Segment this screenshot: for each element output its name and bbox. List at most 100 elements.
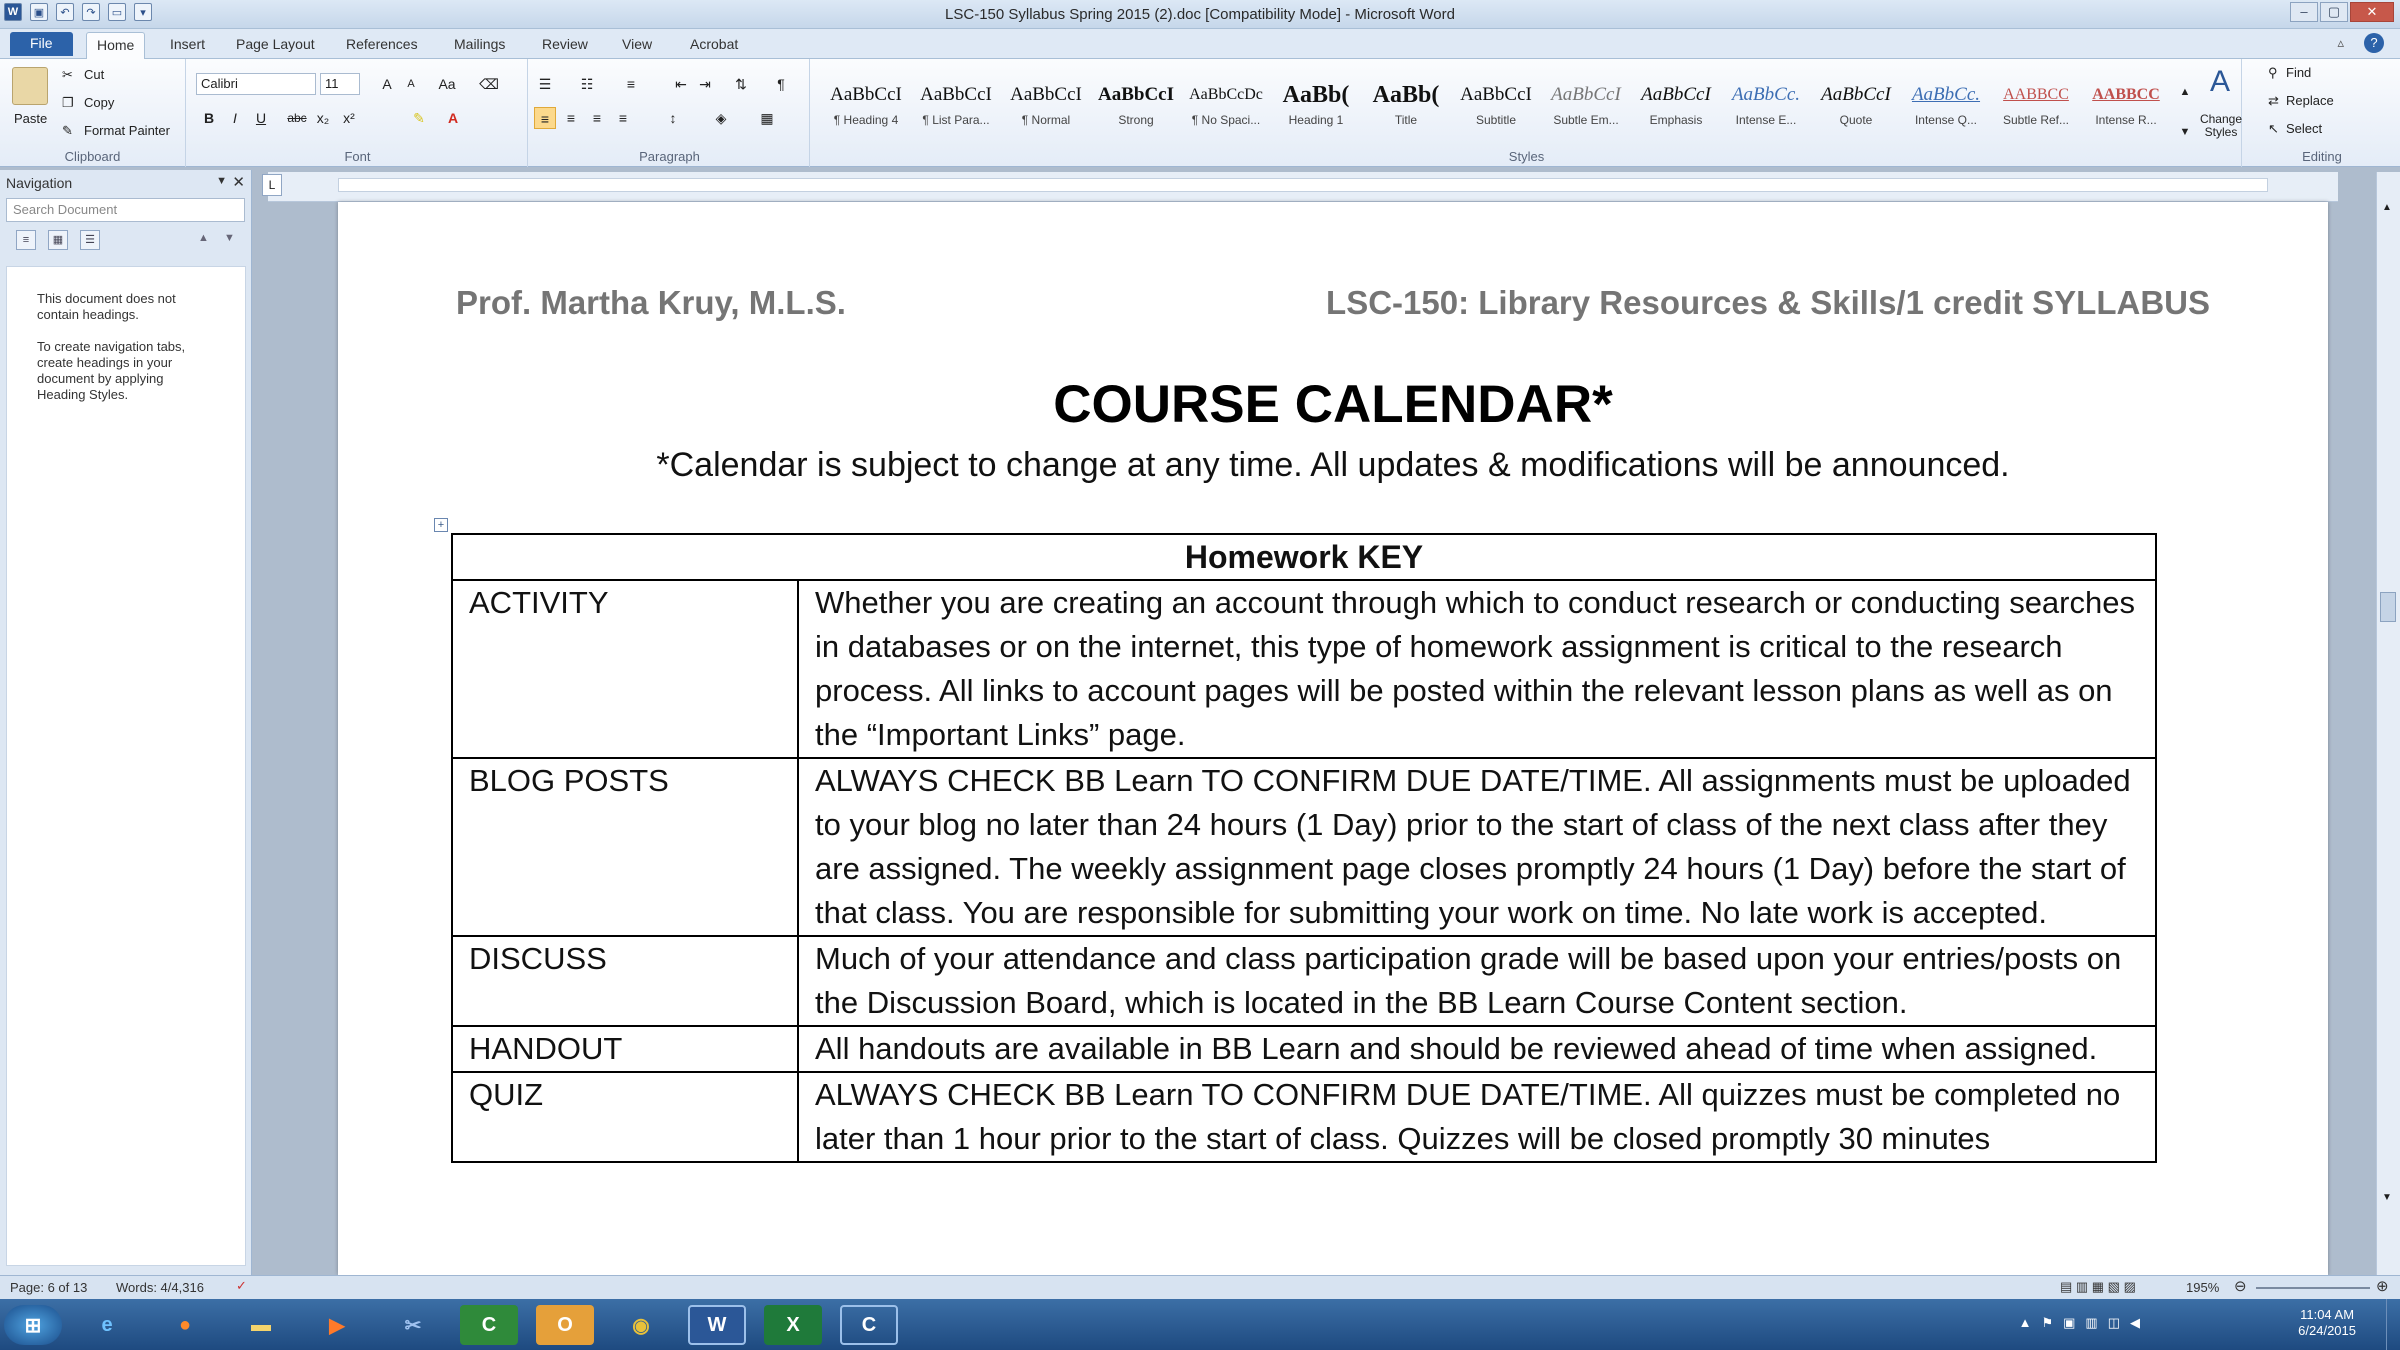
paste-button[interactable]: Paste: [14, 111, 47, 126]
internet-explorer-icon[interactable]: e: [78, 1305, 136, 1345]
maximize-button[interactable]: ▢: [2320, 2, 2348, 22]
media-player-icon[interactable]: ▶: [308, 1305, 366, 1345]
style-title[interactable]: AaBb(Title: [1362, 77, 1450, 141]
numbering-icon[interactable]: ☷: [576, 73, 598, 95]
view-buttons[interactable]: ▤ ▥ ▦ ▧ ▨: [2060, 1279, 2136, 1295]
align-right-icon[interactable]: ≡: [586, 107, 608, 129]
style-normal[interactable]: AaBbCcI ¶ Normal: [1002, 77, 1090, 141]
show-formatting-icon[interactable]: ¶: [770, 73, 792, 95]
align-center-icon[interactable]: ≡: [560, 107, 582, 129]
copy-button[interactable]: Copy: [84, 95, 114, 110]
show-desktop-button[interactable]: [2386, 1299, 2400, 1350]
scroll-down-icon[interactable]: ▼: [2382, 1192, 2392, 1203]
chrome-icon[interactable]: ◉: [612, 1305, 670, 1345]
line-spacing-icon[interactable]: ↕: [662, 107, 684, 129]
format-painter-button[interactable]: Format Painter: [84, 123, 170, 138]
nav-options-icon[interactable]: ▼: [216, 175, 227, 187]
tab-file[interactable]: File: [10, 32, 73, 56]
zoom-out-icon[interactable]: ⊖: [2234, 1277, 2247, 1295]
browse-results-icon[interactable]: ☰: [80, 230, 100, 250]
cut-button[interactable]: Cut: [84, 67, 104, 82]
tab-mailings[interactable]: Mailings: [444, 34, 515, 54]
excel-icon[interactable]: X: [764, 1305, 822, 1345]
word-count[interactable]: Words: 4/4,316: [116, 1280, 204, 1295]
style-quote[interactable]: AaBbCcI Quote: [1812, 77, 1900, 141]
grow-font-icon[interactable]: A: [376, 73, 398, 95]
find-button[interactable]: Find: [2286, 65, 2311, 80]
firefox-icon[interactable]: ●: [156, 1305, 214, 1345]
justify-icon[interactable]: ≡: [612, 107, 634, 129]
start-button[interactable]: ⊞: [4, 1305, 62, 1345]
style-intense-quote[interactable]: AaBbCc. Intense Q...: [1902, 77, 1990, 141]
bullets-icon[interactable]: ☰: [534, 73, 556, 95]
multilevel-list-icon[interactable]: ≡: [620, 73, 642, 95]
font-size-select[interactable]: 11: [320, 73, 360, 95]
style-subtitle[interactable]: AaBbCcI Subtitle: [1452, 77, 1540, 141]
browse-pages-icon[interactable]: ▦: [48, 230, 68, 250]
proofing-icon[interactable]: ✓: [236, 1278, 247, 1294]
sort-icon[interactable]: ⇅: [730, 73, 752, 95]
select-button[interactable]: Select: [2286, 121, 2322, 136]
clock[interactable]: 11:04 AM 6/24/2015: [2298, 1307, 2356, 1339]
style-heading-1[interactable]: AaBb(Heading 1: [1272, 77, 1360, 141]
tab-review[interactable]: Review: [532, 34, 598, 54]
search-document-input[interactable]: Search Document: [6, 198, 245, 222]
word-taskbar-icon[interactable]: W: [688, 1305, 746, 1345]
nav-close-icon[interactable]: ✕: [232, 173, 245, 191]
clear-formatting-icon[interactable]: ⌫: [478, 73, 500, 95]
style-heading-4[interactable]: AaBbCcI ¶ Heading 4: [822, 77, 910, 141]
change-case-icon[interactable]: Aa: [436, 73, 458, 95]
tab-references[interactable]: References: [336, 34, 428, 54]
font-name-select[interactable]: Calibri: [196, 73, 316, 95]
system-tray-icons[interactable]: ▲⚑▣▥◫◀: [2019, 1315, 2150, 1331]
previous-icon[interactable]: ▲: [198, 232, 209, 244]
underline-icon[interactable]: U: [250, 107, 272, 129]
decrease-indent-icon[interactable]: ⇤: [670, 73, 692, 95]
vertical-scrollbar[interactable]: ▲ ▼: [2376, 172, 2400, 1275]
table-move-handle-icon[interactable]: +: [434, 518, 448, 532]
style-no-spacing[interactable]: AaBbCcDc ¶ No Spaci...: [1182, 77, 1270, 141]
folder-icon[interactable]: ▬: [232, 1305, 290, 1345]
close-window-button[interactable]: ✕: [2350, 2, 2394, 22]
minimize-button[interactable]: –: [2290, 2, 2318, 22]
tab-view[interactable]: View: [612, 34, 662, 54]
style-strong[interactable]: AaBbCcI Strong: [1092, 77, 1180, 141]
minimize-ribbon-icon[interactable]: ▵: [2337, 35, 2344, 51]
style-emphasis[interactable]: AaBbCcI Emphasis: [1632, 77, 1720, 141]
zoom-slider[interactable]: [2256, 1287, 2370, 1289]
shading-icon[interactable]: ◈: [710, 107, 732, 129]
camtasia-recorder-icon[interactable]: C: [840, 1305, 898, 1345]
bold-icon[interactable]: B: [198, 107, 220, 129]
increase-indent-icon[interactable]: ⇥: [694, 73, 716, 95]
zoom-level[interactable]: 195%: [2186, 1280, 2219, 1295]
snipping-tool-icon[interactable]: ✂: [384, 1305, 442, 1345]
scroll-thumb[interactable]: [2380, 592, 2396, 622]
camtasia-icon[interactable]: C: [460, 1305, 518, 1345]
change-styles-icon[interactable]: A: [2200, 65, 2240, 99]
tab-home[interactable]: Home: [86, 32, 146, 59]
borders-icon[interactable]: ▦: [756, 107, 778, 129]
help-icon[interactable]: ?: [2364, 33, 2384, 53]
replace-button[interactable]: Replace: [2286, 93, 2334, 108]
change-styles-button[interactable]: Change Styles: [2192, 113, 2250, 139]
tab-insert[interactable]: Insert: [160, 34, 215, 54]
browse-headings-icon[interactable]: ≡: [16, 230, 36, 250]
style-subtle-reference[interactable]: AABBCC Subtle Ref...: [1992, 77, 2080, 141]
highlight-icon[interactable]: ✎: [408, 107, 430, 129]
scroll-up-icon[interactable]: ▲: [2382, 202, 2392, 213]
tab-selector-icon[interactable]: L: [262, 174, 282, 196]
page-count[interactable]: Page: 6 of 13: [10, 1280, 87, 1295]
subscript-icon[interactable]: x₂: [312, 107, 334, 129]
horizontal-ruler[interactable]: [268, 172, 2338, 202]
superscript-icon[interactable]: x²: [338, 107, 360, 129]
tab-acrobat[interactable]: Acrobat: [680, 34, 748, 54]
strikethrough-icon[interactable]: abc: [286, 107, 308, 129]
styles-scroll-up-icon[interactable]: ▲: [2174, 81, 2196, 103]
font-color-icon[interactable]: A: [442, 107, 464, 129]
shrink-font-icon[interactable]: A: [400, 73, 422, 95]
style-intense-reference[interactable]: AABBCC Intense R...: [2082, 77, 2170, 141]
next-icon[interactable]: ▼: [224, 232, 235, 244]
italic-icon[interactable]: I: [224, 107, 246, 129]
outlook-icon[interactable]: O: [536, 1305, 594, 1345]
style-subtle-emphasis[interactable]: AaBbCcI Subtle Em...: [1542, 77, 1630, 141]
